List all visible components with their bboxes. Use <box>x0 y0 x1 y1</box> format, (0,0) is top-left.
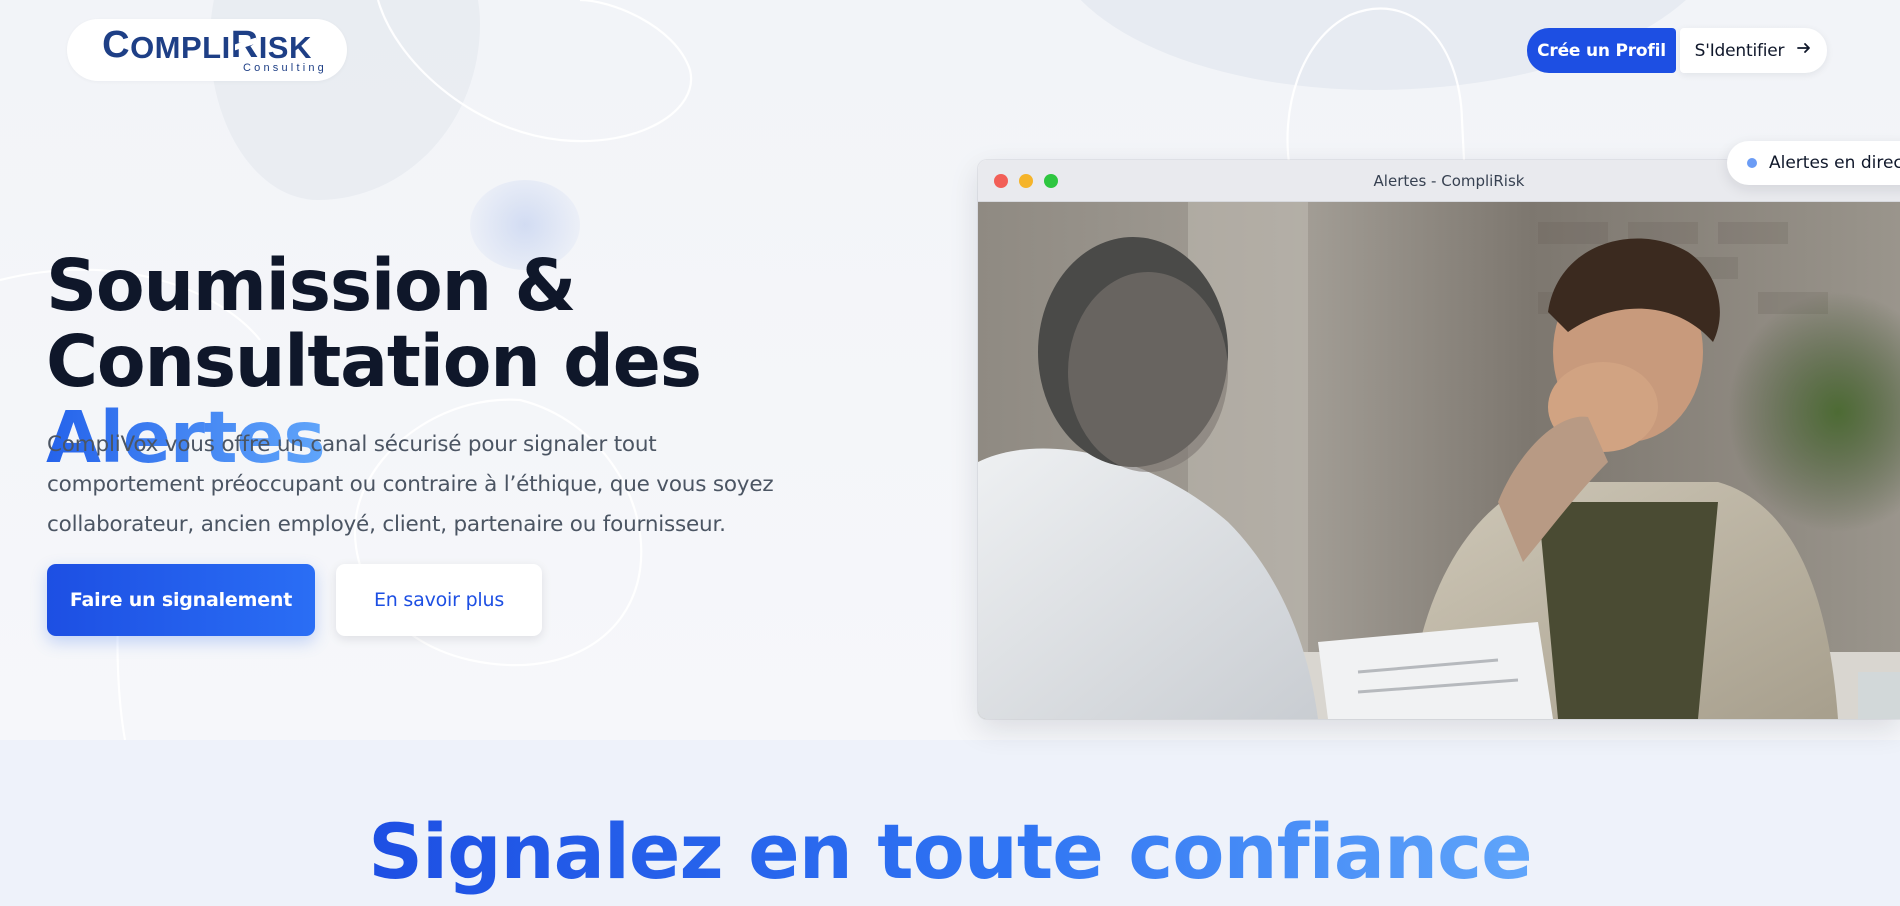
hero-photo <box>978 202 1900 719</box>
hero-description: CompliVox vous offre un canal sécurisé p… <box>47 432 774 537</box>
section-title: Signalez en toute confiance <box>0 808 1900 896</box>
preview-window: Alertes - CompliRisk <box>978 160 1900 719</box>
learn-more-button-label: En savoir plus <box>373 589 505 611</box>
photo-illustration <box>978 202 1900 719</box>
status-dot-icon <box>1747 158 1757 168</box>
live-alerts-label: Alertes en direct <box>1769 153 1900 173</box>
login-button[interactable]: S'Identifier <box>1680 28 1827 73</box>
arrow-right-icon <box>1796 40 1812 61</box>
report-button-label: Faire un signalement <box>69 589 293 611</box>
hero-title-line2: Consultation des <box>46 320 702 403</box>
section-title-text: Signalez en toute confiance <box>368 807 1532 896</box>
create-profile-button[interactable]: Crée un Profil <box>1527 28 1676 73</box>
login-label: S'Identifier <box>1694 40 1785 61</box>
report-button[interactable]: Faire un signalement <box>47 564 315 636</box>
logo-wordmark: C OMPLI R ISK <box>102 24 312 66</box>
create-profile-label: Crée un Profil <box>1537 40 1666 61</box>
logo[interactable]: C OMPLI R ISK Consulting <box>67 19 347 81</box>
live-alerts-badge: Alertes en direct <box>1727 141 1900 185</box>
learn-more-button[interactable]: En savoir plus <box>336 564 542 636</box>
hero-title-line1: Soumission & <box>46 244 576 327</box>
